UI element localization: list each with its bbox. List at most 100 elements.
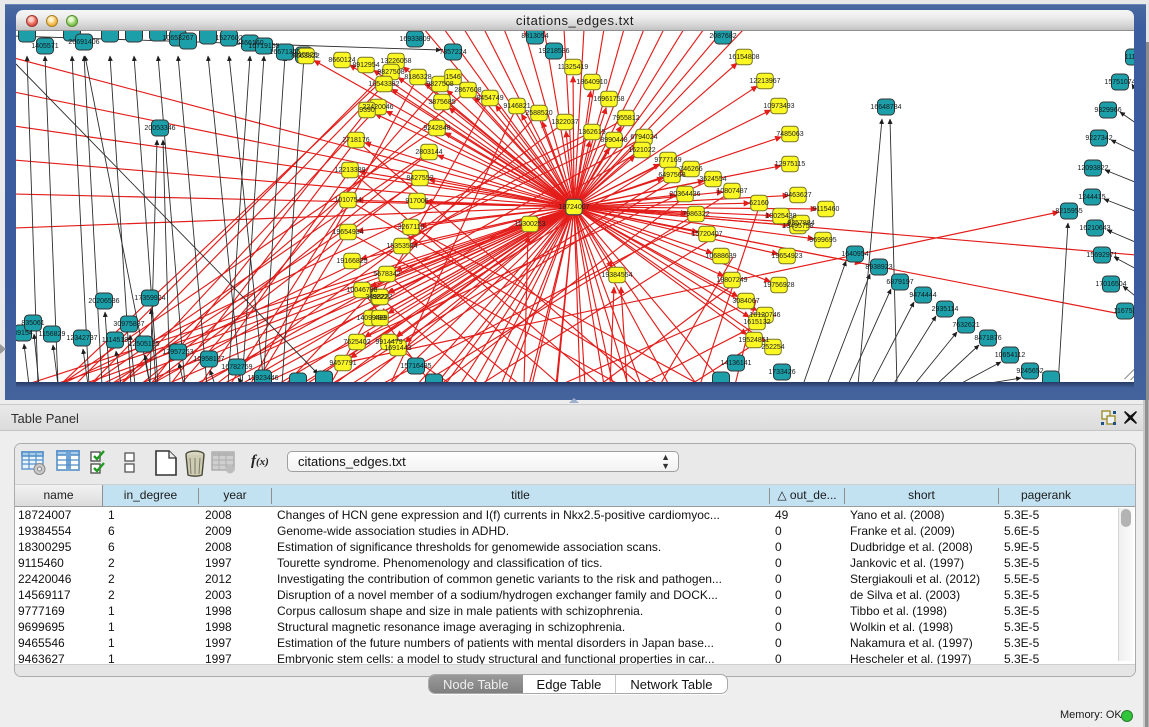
- svg-text:3875685: 3875685: [428, 99, 455, 106]
- svg-text:10807487: 10807487: [716, 188, 747, 195]
- svg-text:7625402: 7625402: [343, 339, 370, 346]
- svg-text:8186328: 8186328: [404, 74, 431, 81]
- svg-text:252254: 252254: [761, 344, 784, 351]
- svg-text:8990448: 8990448: [600, 137, 627, 144]
- svg-text:15692971: 15692971: [1086, 252, 1117, 259]
- svg-text:20364436: 20364436: [669, 191, 700, 198]
- svg-text:9827508: 9827508: [426, 81, 453, 88]
- svg-text:8471876: 8471876: [974, 335, 1001, 342]
- svg-text:3267110: 3267110: [398, 224, 425, 231]
- svg-text:20053346: 20053346: [144, 125, 175, 132]
- svg-text:1010754: 1010754: [334, 197, 361, 204]
- svg-text:2867608: 2867608: [454, 87, 481, 94]
- svg-text:9242848: 9242848: [423, 125, 450, 132]
- svg-text:9457791: 9457791: [329, 360, 356, 367]
- svg-text:116753: 116753: [1114, 308, 1134, 315]
- svg-text:8938923: 8938923: [865, 264, 892, 271]
- svg-text:9115460: 9115460: [813, 206, 840, 213]
- svg-text:10654112: 10654112: [995, 352, 1026, 359]
- svg-text:14136141: 14136141: [720, 360, 751, 367]
- svg-text:15720407: 15720407: [691, 231, 722, 238]
- svg-text:15716485: 15716485: [400, 363, 431, 370]
- svg-text:15751074: 15751074: [1104, 79, 1134, 86]
- svg-text:5678342: 5678342: [373, 271, 400, 278]
- svg-text:1615132: 1615132: [743, 319, 770, 326]
- svg-text:15300253: 15300253: [514, 221, 545, 228]
- svg-text:10025438: 10025438: [765, 213, 796, 220]
- svg-text:30975887: 30975887: [113, 321, 144, 328]
- svg-text:12213967: 12213967: [749, 78, 780, 85]
- svg-text:15353594: 15353594: [386, 243, 417, 250]
- svg-text:12342737: 12342737: [66, 335, 97, 342]
- svg-text:1640954: 1640954: [841, 251, 868, 258]
- svg-text:16120746: 16120746: [749, 312, 780, 319]
- svg-text:2718176: 2718176: [342, 137, 369, 144]
- svg-text:835061: 835061: [21, 320, 44, 327]
- svg-text:3624554: 3624554: [699, 176, 726, 183]
- svg-text:20691406: 20691406: [68, 39, 99, 46]
- svg-text:7986322: 7986322: [682, 211, 709, 218]
- svg-text:1156829: 1156829: [39, 331, 66, 338]
- svg-text:18640910: 18640910: [576, 79, 607, 86]
- svg-text:2803144: 2803144: [415, 149, 442, 156]
- svg-text:19524851: 19524851: [738, 337, 769, 344]
- svg-text:746266: 746266: [679, 166, 702, 173]
- svg-text:9699695: 9699695: [809, 237, 836, 244]
- svg-text:3084067: 3084067: [732, 298, 759, 305]
- svg-text:9357884: 9357884: [787, 220, 814, 227]
- svg-text:7632621: 7632621: [952, 322, 979, 329]
- svg-text:7485063: 7485063: [776, 131, 803, 138]
- svg-text:9245652: 9245652: [1016, 368, 1043, 375]
- svg-text:20206536: 20206536: [88, 298, 119, 305]
- svg-text:16933809: 16933809: [399, 36, 430, 43]
- svg-text:8215955: 8215955: [1055, 208, 1082, 215]
- svg-text:19218586: 19218586: [538, 48, 569, 55]
- svg-text:11325419: 11325419: [558, 64, 589, 71]
- svg-text:12093822: 12093822: [1077, 165, 1108, 172]
- svg-text:6879197: 6879197: [886, 279, 913, 286]
- svg-text:10973493: 10973493: [763, 103, 794, 110]
- svg-text:16154808: 16154808: [728, 54, 759, 61]
- svg-text:39154: 39154: [16, 330, 33, 337]
- svg-text:19756928: 19756928: [763, 282, 794, 289]
- svg-text:19166825: 19166825: [336, 258, 367, 265]
- svg-text:9227342: 9227342: [1085, 135, 1112, 142]
- svg-text:9474444: 9474444: [909, 292, 936, 299]
- svg-text:17016504: 17016504: [1095, 281, 1126, 288]
- svg-text:8912954: 8912954: [352, 62, 379, 69]
- svg-text:9146821: 9146821: [503, 103, 530, 110]
- svg-text:9329966: 9329966: [1094, 107, 1121, 114]
- svg-text:8222: 8222: [372, 294, 388, 301]
- svg-text:8454749: 8454749: [476, 95, 503, 102]
- svg-text:1244415: 1244415: [1078, 194, 1105, 201]
- svg-text:917006: 917006: [405, 198, 428, 205]
- svg-text:13226058: 13226058: [380, 58, 411, 65]
- svg-text:12975115: 12975115: [775, 161, 806, 168]
- svg-text:9827508: 9827508: [377, 69, 404, 76]
- svg-text:1733426: 1733426: [768, 369, 795, 376]
- svg-text:16210643: 16210643: [1079, 225, 1110, 232]
- svg-text:11123: 11123: [1125, 54, 1134, 61]
- svg-text:2935114: 2935114: [932, 306, 959, 313]
- svg-text:8813054: 8813054: [521, 33, 548, 40]
- svg-text:1322037: 1322037: [551, 119, 578, 126]
- svg-text:19654934: 19654934: [332, 229, 363, 236]
- svg-text:12505155: 12505155: [128, 341, 159, 348]
- svg-text:62160: 62160: [749, 200, 769, 207]
- svg-text:6794024: 6794024: [630, 134, 657, 141]
- svg-text:1621022: 1621022: [628, 147, 655, 154]
- svg-text:10653267: 10653267: [162, 35, 193, 42]
- svg-text:17957253: 17957253: [162, 349, 193, 356]
- svg-text:16648784: 16648784: [870, 104, 901, 111]
- svg-text:8427552: 8427552: [406, 175, 433, 182]
- svg-text:12213389: 12213389: [334, 167, 365, 174]
- svg-text:19654923: 19654923: [771, 253, 802, 260]
- svg-text:1405571: 1405571: [31, 43, 58, 50]
- svg-text:7663822: 7663822: [292, 53, 319, 60]
- svg-text:1114519: 1114519: [102, 337, 128, 344]
- svg-text:489: 489: [374, 315, 386, 322]
- svg-text:18807249: 18807249: [716, 277, 747, 284]
- svg-text:1691443: 1691443: [384, 345, 411, 352]
- svg-text:10046798: 10046798: [346, 287, 377, 294]
- svg-text:2588520: 2588520: [525, 110, 552, 117]
